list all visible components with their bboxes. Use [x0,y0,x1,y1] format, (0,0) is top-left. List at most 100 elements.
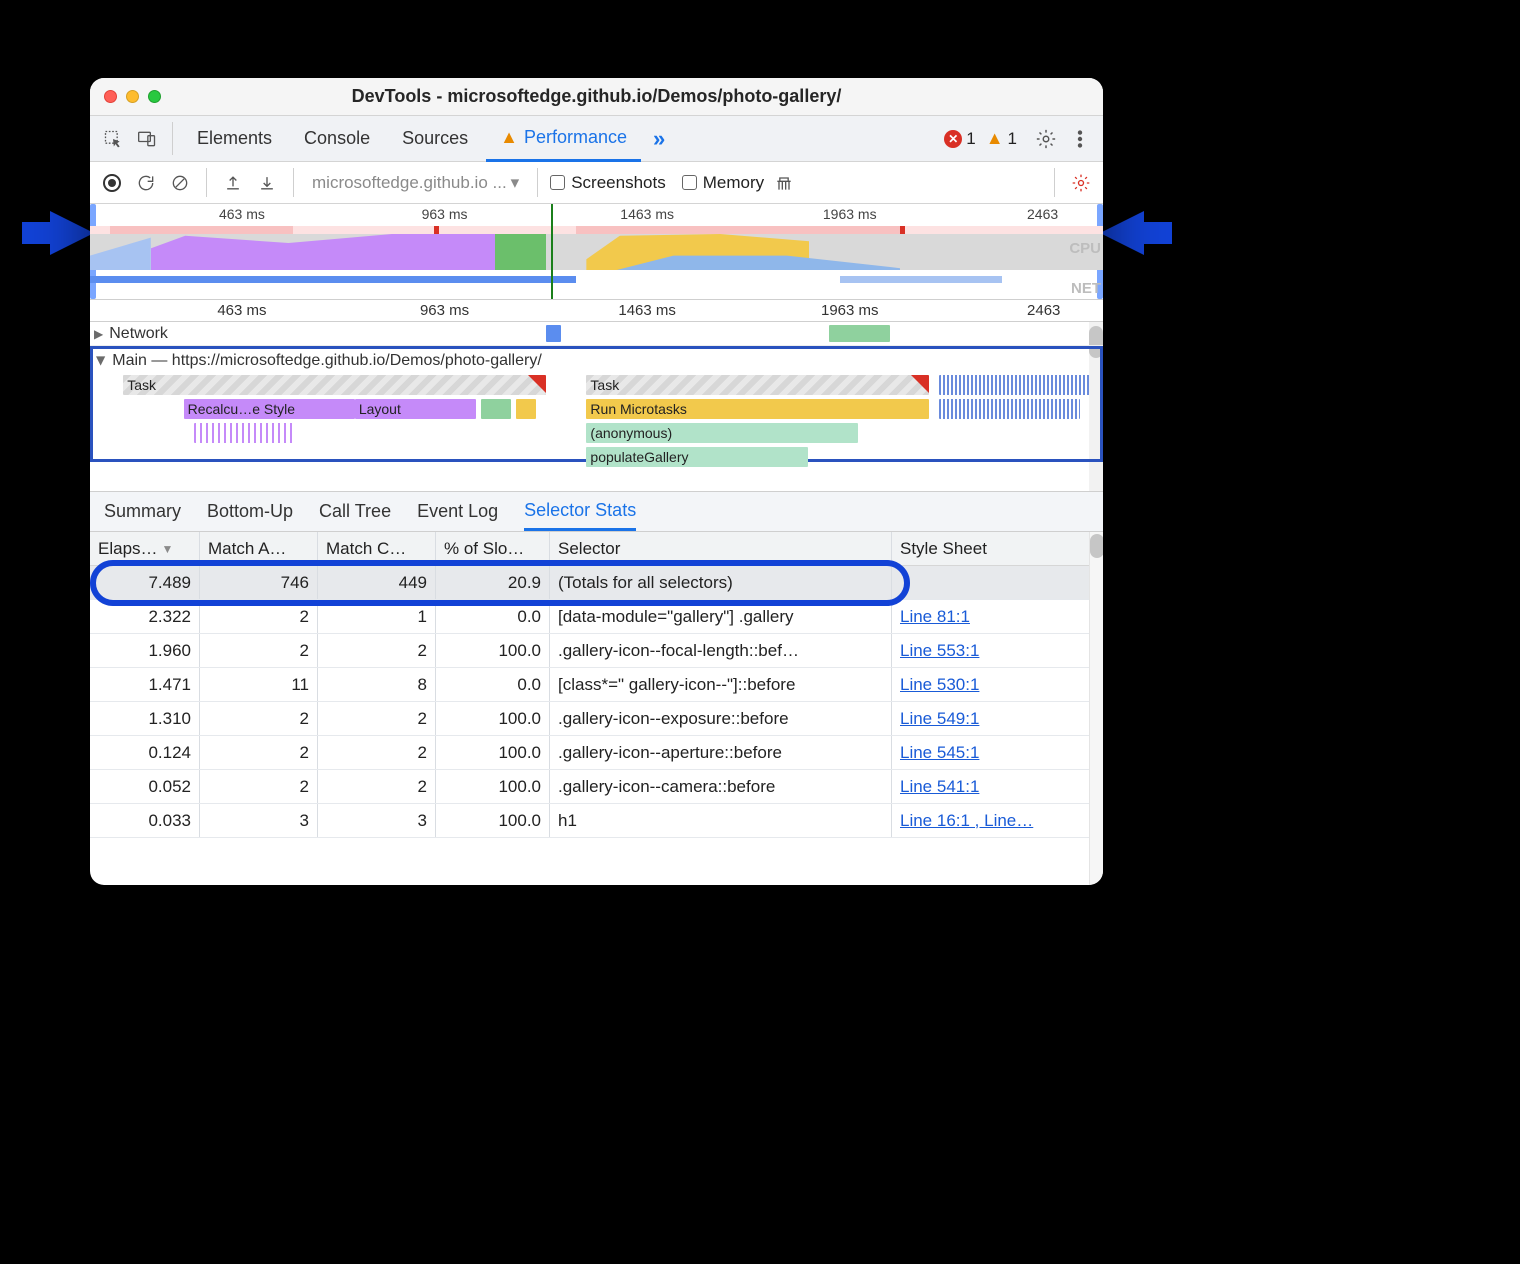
col-header-elapsed[interactable]: Elaps…▼ [90,532,200,565]
download-profile-button[interactable] [253,168,281,198]
task-segment[interactable]: Task [586,375,928,395]
cell-match-attempts: 11 [200,668,318,701]
stylesheet-link[interactable]: Line 16:1 , Line… [900,811,1033,831]
table-row[interactable]: 1.96022100.0.gallery-icon--focal-length:… [90,634,1103,668]
tasks-barcode[interactable] [939,375,1090,395]
divider [1054,168,1055,197]
window-minimize-button[interactable] [126,90,139,103]
cpu-chart [90,234,1103,270]
flame-lane: (anonymous) [93,421,1100,445]
cpu-label: CPU [1069,240,1101,257]
cell-elapsed: 7.489 [90,566,200,599]
settings-button[interactable] [1031,124,1061,154]
populate-gallery-segment[interactable]: populateGallery [586,447,808,467]
subtab-selector-stats[interactable]: Selector Stats [524,492,636,531]
cell-match-count: 449 [318,566,436,599]
col-header-match-count[interactable]: Match C… [318,532,436,565]
scripting-segment[interactable] [516,399,536,419]
tab-performance-label: Performance [524,127,627,148]
more-menu-button[interactable] [1065,124,1095,154]
table-row[interactable]: 7.48974644920.9(Totals for all selectors… [90,566,1103,600]
error-icon: ✕ [944,130,962,148]
subtab-summary[interactable]: Summary [104,492,181,531]
annotation-arrow-right [1100,211,1144,255]
layout-segment[interactable]: Layout [355,399,476,419]
cpu-segment [151,234,495,270]
table-row[interactable]: 0.05222100.0.gallery-icon--camera::befor… [90,770,1103,804]
table-row[interactable]: 0.03333100.0h1Line 16:1 , Line… [90,804,1103,838]
cell-slow: 0.0 [436,600,550,633]
inspect-icon[interactable] [98,124,128,154]
overview-tick: 1963 ms [823,206,877,222]
more-tabs-button[interactable]: » [645,126,673,152]
col-header-stylesheet[interactable]: Style Sheet [892,532,1072,565]
table-row[interactable]: 2.322210.0[data-module="gallery"] .galle… [90,600,1103,634]
window-zoom-button[interactable] [148,90,161,103]
tasks-barcode[interactable] [194,423,295,443]
capture-settings-button[interactable] [1067,168,1095,198]
cell-selector: .gallery-icon--focal-length::bef… [550,634,892,667]
cell-stylesheet: Line 541:1 [892,770,1072,803]
cpu-segment [90,234,151,270]
task-label: Task [127,377,156,393]
screenshots-checkbox[interactable]: Screenshots [550,173,666,193]
tab-performance[interactable]: ▲ Performance [486,116,641,162]
error-count[interactable]: ✕1 [944,129,975,149]
memory-checkbox[interactable]: Memory [682,173,764,193]
col-header-match-attempts[interactable]: Match A… [200,532,318,565]
col-header-selector[interactable]: Selector [550,532,892,565]
tab-elements[interactable]: Elements [183,116,286,161]
warning-count[interactable]: ▲1 [986,128,1017,149]
tab-console[interactable]: Console [290,116,384,161]
cell-match-attempts: 2 [200,634,318,667]
cell-match-count: 8 [318,668,436,701]
window-close-button[interactable] [104,90,117,103]
table-scrollbar[interactable] [1089,532,1103,885]
reload-record-button[interactable] [132,168,160,198]
stylesheet-link[interactable]: Line 545:1 [900,743,979,763]
overview-playhead[interactable] [551,204,553,299]
col-header-slow[interactable]: % of Slo… [436,532,550,565]
stylesheet-link[interactable]: Line 553:1 [900,641,979,661]
stylesheet-link[interactable]: Line 81:1 [900,607,970,627]
flamechart[interactable]: ▶ Network ▶ Main — https://microsoftedge… [90,322,1103,492]
subtab-event-log[interactable]: Event Log [417,492,498,531]
network-request-segment[interactable] [829,325,890,342]
tasks-barcode[interactable] [939,399,1080,419]
table-row[interactable]: 1.4711180.0[class*=" gallery-icon--"]::b… [90,668,1103,702]
recalculate-style-segment[interactable]: Recalcu…e Style [184,399,355,419]
stylesheet-link[interactable]: Line 541:1 [900,777,979,797]
device-toggle-icon[interactable] [132,124,162,154]
run-microtasks-segment[interactable]: Run Microtasks [586,399,928,419]
task-segment[interactable]: Task [123,375,546,395]
table-scroll-thumb[interactable] [1090,534,1103,558]
record-button[interactable] [98,168,126,198]
network-track-header[interactable]: ▶ Network [90,322,1103,346]
main-track-header[interactable]: ▶ Main — https://microsoftedge.github.io… [93,349,1100,373]
tab-sources[interactable]: Sources [388,116,482,161]
stylesheet-link[interactable]: Line 549:1 [900,709,979,729]
cell-slow: 100.0 [436,634,550,667]
cell-stylesheet: Line 545:1 [892,736,1072,769]
table-row[interactable]: 0.12422100.0.gallery-icon--aperture::bef… [90,736,1103,770]
cell-match-attempts: 2 [200,600,318,633]
profile-target-select[interactable]: microsoftedge.github.io ...▾ [306,173,525,193]
cell-stylesheet: Line 553:1 [892,634,1072,667]
anonymous-segment[interactable]: (anonymous) [586,423,858,443]
cell-elapsed: 1.310 [90,702,200,735]
upload-profile-button[interactable] [219,168,247,198]
cell-elapsed: 1.471 [90,668,200,701]
main-tabs: Elements Console Sources ▲ Performance »… [90,116,1103,162]
subtab-call-tree[interactable]: Call Tree [319,492,391,531]
paint-segment[interactable] [481,399,511,419]
subtab-bottom-up[interactable]: Bottom-Up [207,492,293,531]
cell-match-count: 2 [318,770,436,803]
table-row[interactable]: 1.31022100.0.gallery-icon--exposure::bef… [90,702,1103,736]
flame-lane: populateGallery [93,445,1100,469]
cell-stylesheet: Line 549:1 [892,702,1072,735]
timeline-overview[interactable]: 463 ms 963 ms 1463 ms 1963 ms 2463 ms CP… [90,204,1103,300]
collect-garbage-button[interactable] [770,168,798,198]
network-request-segment[interactable] [546,325,561,342]
clear-button[interactable] [166,168,194,198]
stylesheet-link[interactable]: Line 530:1 [900,675,979,695]
